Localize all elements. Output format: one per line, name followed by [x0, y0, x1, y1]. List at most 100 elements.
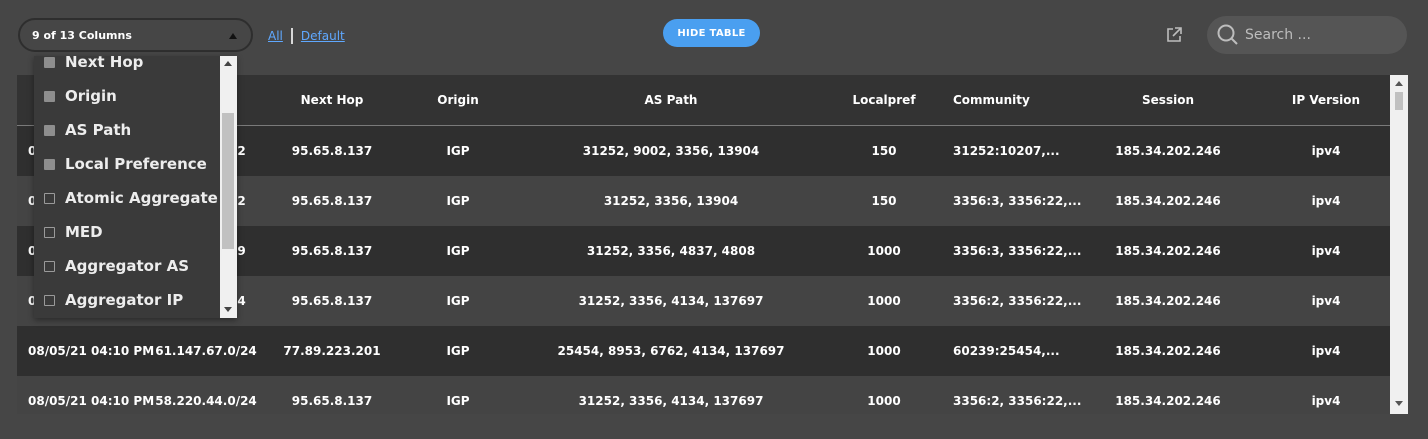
- column-option-atomic-aggregate[interactable]: Atomic Aggregate: [34, 181, 220, 215]
- cell-next-hop: 95.65.8.137: [291, 244, 373, 258]
- table-row[interactable]: 08/05/21 04:10 PM 61.147.67.0/24 77.89.2…: [17, 326, 1390, 376]
- table-scrollbar[interactable]: [1390, 75, 1408, 414]
- column-option-local-preference[interactable]: Local Preference: [34, 147, 220, 181]
- cell-ip-version: ipv4: [1311, 394, 1341, 408]
- column-option-label: Aggregator IP: [65, 291, 184, 309]
- column-select-dropdown[interactable]: 9 of 13 Columns: [18, 18, 253, 52]
- scroll-up-arrow-icon[interactable]: [1395, 81, 1403, 86]
- search-input[interactable]: [1245, 27, 1395, 43]
- cell-ip-version: ipv4: [1311, 194, 1341, 208]
- cell-localpref: 1000: [867, 394, 901, 408]
- cell-community: 3356:3, 3356:22,...: [953, 244, 1082, 258]
- cell-origin: IGP: [446, 244, 470, 258]
- cell-as-path: 25454, 8953, 6762, 4134, 137697: [557, 344, 785, 358]
- cell-community: 60239:25454,...: [953, 344, 1060, 358]
- column-option-label: Local Preference: [65, 155, 207, 173]
- scroll-down-arrow-icon[interactable]: [224, 307, 232, 312]
- column-option-label: Next Hop: [65, 56, 144, 71]
- cell-origin: IGP: [446, 144, 470, 158]
- cell-localpref: 150: [871, 194, 897, 208]
- cell-as-path: 31252, 9002, 3356, 13904: [582, 144, 760, 158]
- caret-up-icon: [229, 33, 237, 39]
- cell-ip-version: ipv4: [1311, 144, 1341, 158]
- column-option-label: Origin: [65, 87, 117, 105]
- cell-session: 185.34.202.246: [1115, 394, 1221, 408]
- header-ip-version[interactable]: IP Version: [1292, 93, 1360, 107]
- header-as-path[interactable]: AS Path: [645, 93, 698, 107]
- cell-date: 08/05/21 04:10 PM: [28, 344, 155, 358]
- header-session[interactable]: Session: [1142, 93, 1194, 107]
- column-select-menu: Next Hop Origin AS Path Local Preference…: [34, 56, 237, 318]
- cell-origin: IGP: [446, 394, 470, 408]
- checkbox[interactable]: [44, 294, 55, 306]
- cell-community: 31252:10207,...: [953, 144, 1060, 158]
- checkbox[interactable]: [44, 260, 55, 272]
- column-option-aggregator-as[interactable]: Aggregator AS: [34, 249, 220, 283]
- cell-session: 185.34.202.246: [1115, 194, 1221, 208]
- column-option-med[interactable]: MED: [34, 215, 220, 249]
- column-option-label: Aggregator AS: [65, 257, 190, 275]
- column-option-label: Atomic Aggregate: [65, 189, 218, 207]
- checkbox[interactable]: [44, 192, 55, 204]
- checkbox[interactable]: [44, 124, 55, 136]
- cell-session: 185.34.202.246: [1115, 144, 1221, 158]
- header-next-hop[interactable]: Next Hop: [301, 93, 364, 107]
- cell-origin: IGP: [446, 294, 470, 308]
- scroll-down-arrow-icon[interactable]: [1395, 401, 1403, 406]
- cell-session: 185.34.202.246: [1115, 344, 1221, 358]
- external-link-icon[interactable]: [1165, 26, 1183, 44]
- cell-community: 3356:3, 3356:22,...: [953, 194, 1082, 208]
- cell-next-hop: 95.65.8.137: [291, 144, 373, 158]
- column-option-aggregator-ip[interactable]: Aggregator IP: [34, 283, 220, 317]
- cell-as-path: 31252, 3356, 4134, 137697: [578, 294, 764, 308]
- scrollbar-thumb[interactable]: [1395, 92, 1403, 110]
- header-localpref[interactable]: Localpref: [852, 93, 915, 107]
- cell-localpref: 150: [871, 144, 897, 158]
- cell-prefix: 61.147.67.0/24: [155, 344, 257, 358]
- checkbox[interactable]: [44, 226, 55, 238]
- cell-ip-version: ipv4: [1311, 294, 1341, 308]
- column-option-next-hop[interactable]: Next Hop: [34, 56, 220, 79]
- cell-prefix: 58.220.44.0/24: [155, 394, 257, 408]
- cell-session: 185.34.202.246: [1115, 294, 1221, 308]
- default-columns-link[interactable]: Default: [301, 29, 345, 43]
- column-option-as-path[interactable]: AS Path: [34, 113, 220, 147]
- cell-next-hop: 95.65.8.137: [291, 194, 373, 208]
- header-community[interactable]: Community: [953, 93, 1030, 107]
- cell-as-path: 31252, 3356, 13904: [603, 194, 739, 208]
- cell-date: 08/05/21 04:10 PM: [28, 394, 155, 408]
- table-row[interactable]: 08/05/21 04:10 PM 58.220.44.0/24 95.65.8…: [17, 376, 1390, 414]
- cell-as-path: 31252, 3356, 4837, 4808: [586, 244, 756, 258]
- checkbox[interactable]: [44, 158, 55, 170]
- cell-ip-version: ipv4: [1311, 244, 1341, 258]
- cell-localpref: 1000: [867, 344, 901, 358]
- search-icon: [1217, 24, 1238, 45]
- hide-table-button[interactable]: HIDE TABLE: [663, 19, 760, 47]
- menu-scrollbar[interactable]: [220, 56, 237, 318]
- cell-community: 3356:2, 3356:22,...: [953, 294, 1082, 308]
- column-option-label: AS Path: [65, 121, 132, 139]
- cell-origin: IGP: [446, 194, 470, 208]
- column-preset-links: All Default: [268, 28, 345, 44]
- scrollbar-thumb[interactable]: [222, 113, 234, 249]
- cell-session: 185.34.202.246: [1115, 244, 1221, 258]
- link-divider: [290, 28, 293, 44]
- cell-next-hop: 77.89.223.201: [283, 344, 381, 358]
- cell-localpref: 1000: [867, 244, 901, 258]
- checkbox[interactable]: [44, 56, 55, 68]
- cell-origin: IGP: [446, 344, 470, 358]
- cell-localpref: 1000: [867, 294, 901, 308]
- search-box[interactable]: [1207, 16, 1407, 54]
- column-option-label: MED: [65, 223, 103, 241]
- column-option-origin[interactable]: Origin: [34, 79, 220, 113]
- cell-community: 3356:2, 3356:22,...: [953, 394, 1082, 408]
- scroll-up-arrow-icon[interactable]: [224, 61, 232, 66]
- header-origin[interactable]: Origin: [437, 93, 478, 107]
- cell-next-hop: 95.65.8.137: [291, 394, 373, 408]
- checkbox[interactable]: [44, 90, 55, 102]
- cell-as-path: 31252, 3356, 4134, 137697: [578, 394, 764, 408]
- column-select-label: 9 of 13 Columns: [32, 28, 132, 42]
- all-columns-link[interactable]: All: [268, 29, 283, 43]
- cell-ip-version: ipv4: [1311, 344, 1341, 358]
- cell-next-hop: 95.65.8.137: [291, 294, 373, 308]
